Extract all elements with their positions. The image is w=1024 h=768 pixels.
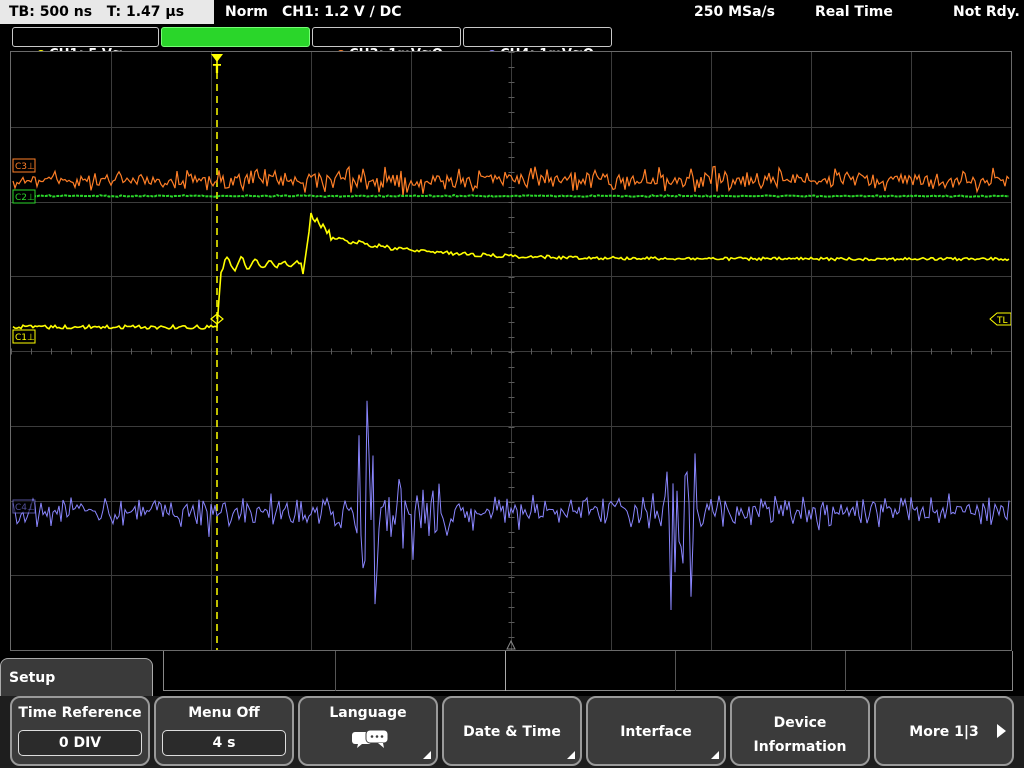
time-reference-value[interactable]: 0 DIV	[18, 730, 142, 756]
horizontal-scale-strip	[163, 651, 1013, 691]
trigger-source[interactable]: CH1: 1.2 V ∕ DC	[282, 0, 401, 24]
waveform-canvas: T C3⊥ C2⊥ C1⊥ C4⊥ TL	[11, 52, 1011, 650]
trigger-arrow-icon	[211, 54, 223, 62]
device-information-button[interactable]: Device Information	[730, 696, 870, 766]
scale-divider	[675, 651, 676, 691]
menu-off-label: Menu Off	[188, 705, 260, 721]
time-reference-button[interactable]: Time Reference 0 DIV	[10, 696, 150, 766]
trigger-status: Not Rdy.	[953, 4, 1020, 20]
softkey-bar: Time Reference 0 DIV Menu Off 4 s Langua…	[0, 696, 1024, 768]
svg-text:C4⊥: C4⊥	[15, 503, 35, 513]
waveform-display[interactable]: T C3⊥ C2⊥ C1⊥ C4⊥ TL	[10, 51, 1012, 651]
menu-title: Setup	[0, 658, 153, 698]
right-arrow-icon	[997, 724, 1006, 738]
status-bar: TB: 500 ns T: 1.47 µs Norm CH1: 1.2 V ∕ …	[0, 0, 1024, 25]
scale-divider	[335, 651, 336, 691]
scale-divider	[845, 651, 846, 691]
svg-text:C1⊥: C1⊥	[15, 333, 35, 343]
trigger-level-marker[interactable]: TL	[989, 312, 1011, 326]
acquisition-mode: Real Time	[815, 4, 893, 20]
menu-off-value[interactable]: 4 s	[162, 730, 286, 756]
channel-2-tab[interactable]: CH2: 20 mV≅Ω	[161, 27, 310, 62]
submenu-indicator-icon	[423, 751, 431, 759]
menu-off-button[interactable]: Menu Off 4 s	[154, 696, 294, 766]
channel-2-trace	[24, 193, 1010, 199]
trigger-pos-label: T	[213, 62, 222, 76]
more-label: More 1|3	[909, 724, 979, 740]
date-time-button[interactable]: Date & Time	[442, 696, 582, 766]
language-label: Language	[329, 705, 407, 721]
device-information-label: Device Information	[753, 715, 847, 755]
sample-rate: 250 MSa/s	[694, 4, 776, 20]
interface-label: Interface	[620, 724, 692, 740]
channel-2-marker[interactable]: C2⊥	[12, 189, 36, 204]
channel-4-marker[interactable]: C4⊥	[12, 499, 36, 514]
svg-text:C3⊥: C3⊥	[15, 162, 35, 172]
trigger-mode[interactable]: Norm	[225, 0, 268, 24]
submenu-indicator-icon	[711, 751, 719, 759]
channel-1-tab[interactable]: CH1: 5 V≅	[12, 27, 159, 62]
language-button[interactable]: Language	[298, 696, 438, 766]
channel-bar: CH1: 5 V≅ CH2: 20 mV≅Ω CH3: 1mV≅Ω CH4: 1…	[0, 26, 1024, 62]
submenu-indicator-icon	[567, 751, 575, 759]
channel-4-tab[interactable]: CH4: 1mV≅Ω	[463, 27, 612, 62]
interface-button[interactable]: Interface	[586, 696, 726, 766]
more-button[interactable]: More 1|3	[874, 696, 1014, 766]
channel-3-marker[interactable]: C3⊥	[12, 158, 36, 173]
time-reference-label: Time Reference	[18, 705, 142, 721]
timebase-readout[interactable]: TB: 500 ns T: 1.47 µs	[0, 0, 214, 24]
speech-bubble-icon	[352, 730, 388, 748]
date-time-label: Date & Time	[463, 724, 561, 740]
scale-divider	[505, 651, 506, 691]
svg-text:C2⊥: C2⊥	[15, 193, 35, 203]
trigger-position-marker[interactable]: T	[211, 54, 223, 76]
channel-1-marker[interactable]: C1⊥	[12, 329, 36, 344]
svg-text:TL: TL	[996, 316, 1008, 326]
channel-3-tab[interactable]: CH3: 1mV≅Ω	[312, 27, 461, 62]
